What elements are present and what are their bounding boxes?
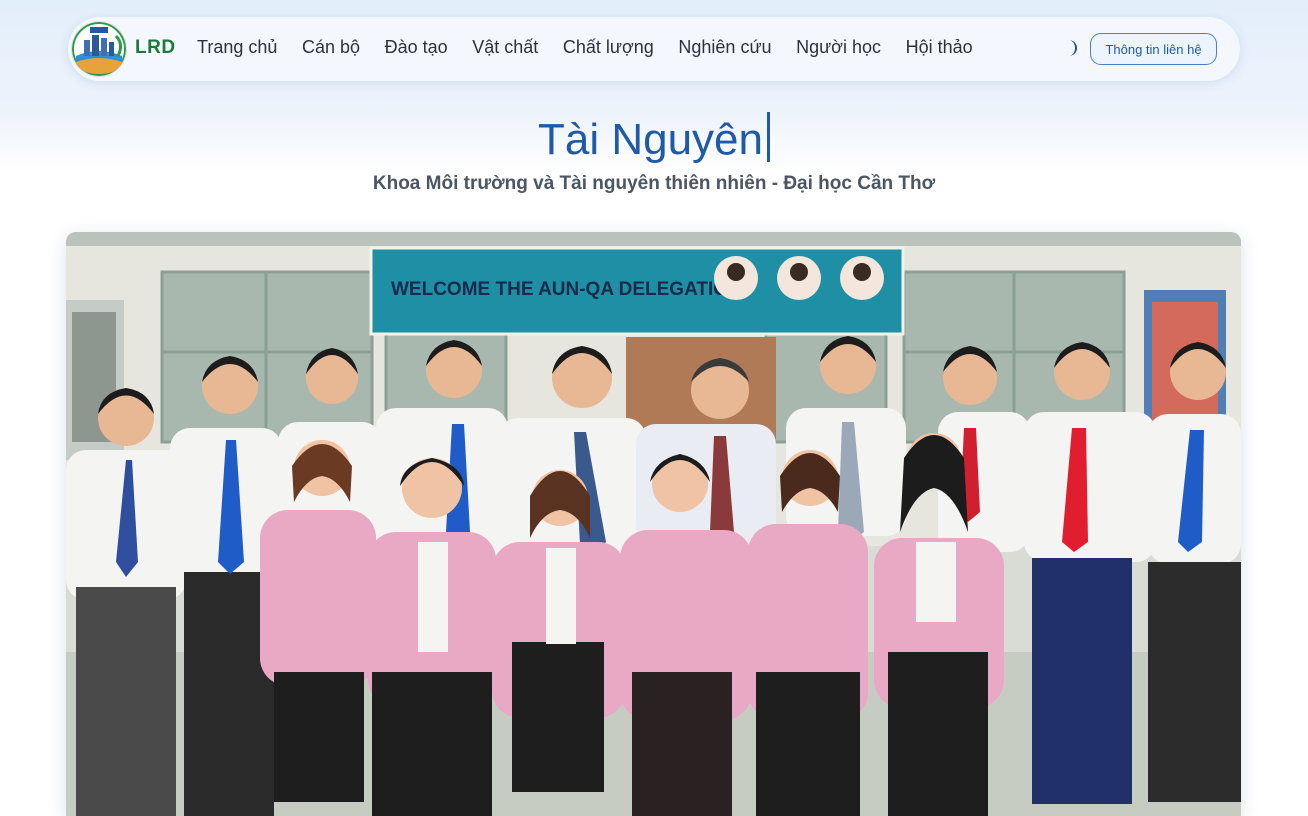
nav-trang-chu[interactable]: Trang chủ xyxy=(197,37,277,58)
nav-nghien-cuu[interactable]: Nghiên cứu xyxy=(678,37,771,58)
faculty-logo[interactable] xyxy=(72,22,126,76)
moon-icon[interactable] xyxy=(1060,38,1080,58)
banner-text: WELCOME THE AUN-QA DELEGATION xyxy=(391,279,742,300)
page-subtitle: Khoa Môi trường và Tài nguyên thiên nhiê… xyxy=(372,173,936,194)
nav-dao-tao[interactable]: Đào tạo xyxy=(385,37,448,58)
top-navbar: LRD Trang chủ Cán bộ Đào tạo Vật chất Ch… xyxy=(68,17,1240,81)
nav-chat-luong[interactable]: Chất lượng xyxy=(563,37,654,58)
faculty-group-photo: WELCOME THE AUN-QA DELEGATION xyxy=(66,232,1241,816)
page-title-text: Tài Nguyên xyxy=(537,115,763,164)
nav-can-bo[interactable]: Cán bộ xyxy=(302,37,360,58)
brand-name[interactable]: LRD xyxy=(135,37,176,59)
nav-hoi-thao[interactable]: Hội thảo xyxy=(906,37,973,58)
typing-caret xyxy=(767,112,770,162)
main-nav: Trang chủ Cán bộ Đào tạo Vật chất Chất l… xyxy=(197,37,997,58)
contact-info-button[interactable]: Thông tin liên hệ xyxy=(1090,33,1217,65)
page-title: Tài Nguyên xyxy=(0,112,1308,165)
nav-vat-chat[interactable]: Vật chất xyxy=(472,37,538,58)
nav-nguoi-hoc[interactable]: Người học xyxy=(796,37,881,58)
